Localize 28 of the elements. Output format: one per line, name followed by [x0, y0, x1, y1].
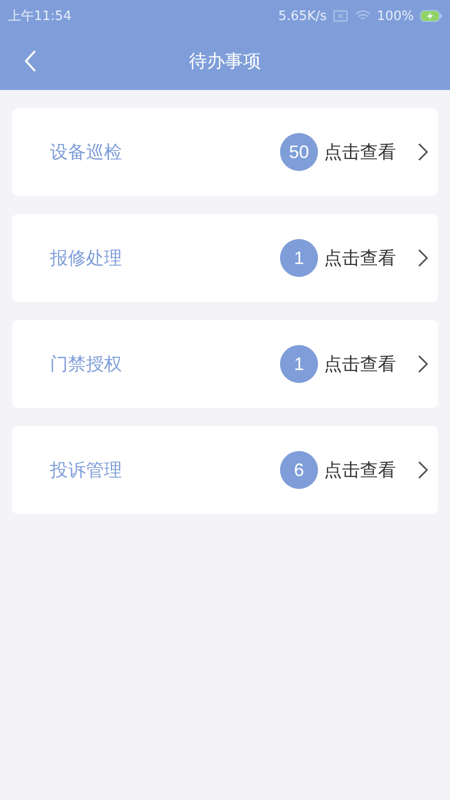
status-time: 上午11:54 [8, 8, 72, 25]
count-badge: 50 [280, 133, 318, 171]
view-link[interactable]: 点击查看 [324, 458, 396, 482]
task-card[interactable]: 门禁授权 1 点击查看 [12, 320, 438, 408]
chevron-icon [416, 247, 430, 269]
battery-icon [420, 10, 442, 22]
task-label: 门禁授权 [50, 353, 123, 376]
battery-level: 100% [376, 8, 414, 24]
count-badge: 1 [280, 239, 318, 277]
page-title: 待办事项 [189, 50, 261, 73]
view-link[interactable]: 点击查看 [324, 246, 396, 270]
chevron-icon [416, 141, 430, 163]
task-card[interactable]: 报修处理 1 点击查看 [12, 214, 438, 302]
wifi-icon [354, 10, 371, 22]
view-link[interactable]: 点击查看 [324, 352, 396, 376]
network-speed: 5.65K/s [278, 8, 327, 24]
task-label: 设备巡检 [50, 141, 123, 164]
task-label: 报修处理 [50, 247, 123, 270]
count-badge: 6 [280, 451, 318, 489]
chevron-icon [416, 459, 430, 481]
back-icon[interactable] [22, 49, 38, 73]
sim-icon [332, 10, 349, 22]
chevron-icon [416, 353, 430, 375]
count-badge: 1 [280, 345, 318, 383]
task-card[interactable]: 投诉管理 6 点击查看 [12, 426, 438, 514]
task-label: 投诉管理 [50, 459, 123, 482]
task-card[interactable]: 设备巡检 50 点击查看 [12, 108, 438, 196]
view-link[interactable]: 点击查看 [324, 140, 396, 164]
